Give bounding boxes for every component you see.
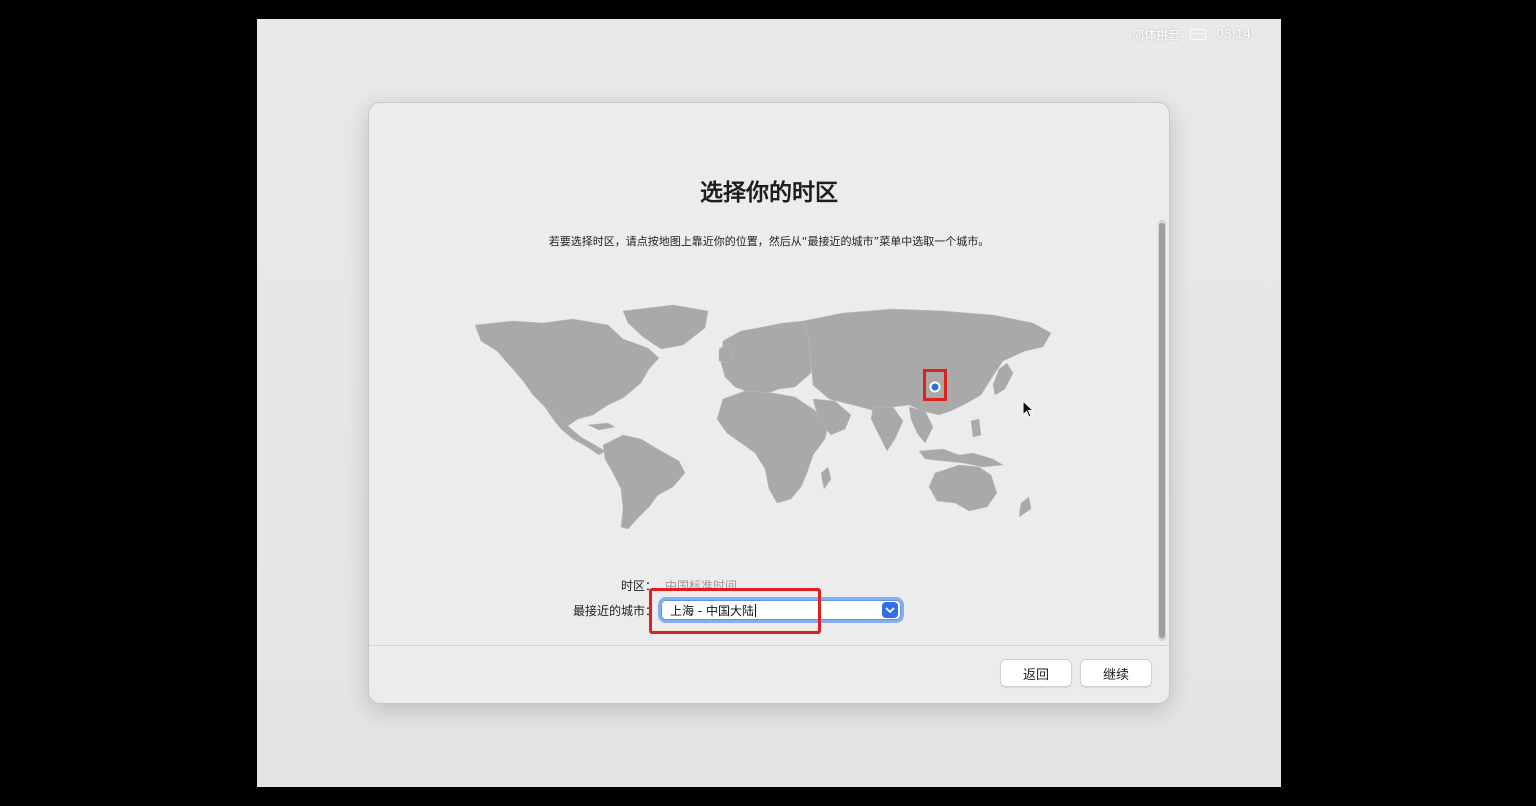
timezone-dialog: 选择你的时区 若要选择时区，请点按地图上靠近你的位置，然后从“最接近的城市”菜单…: [368, 102, 1170, 704]
menubar-clock[interactable]: 03:14: [1216, 27, 1251, 41]
map-australia: [928, 464, 998, 512]
back-button[interactable]: 返回: [1000, 659, 1072, 687]
vertical-scrollbar[interactable]: [1158, 220, 1166, 641]
page-title: 选择你的时区: [700, 180, 838, 206]
scrollbar-thumb[interactable]: [1159, 223, 1165, 638]
desktop-background: 简体拼音 03:14 选择你的时区 若要选择时区，请点按地图上靠近你的位置，然后…: [257, 19, 1281, 787]
map-philippines: [970, 418, 982, 438]
city-field-highlight: [649, 588, 821, 634]
map-greenland: [622, 304, 709, 350]
map-madagascar: [820, 466, 832, 490]
map-africa: [716, 390, 830, 504]
continue-button[interactable]: 继续: [1080, 659, 1152, 687]
menubar-status-area: 简体拼音 03:14: [1091, 19, 1281, 49]
chevron-down-icon[interactable]: [882, 602, 898, 618]
keyboard-icon[interactable]: [1190, 28, 1207, 40]
map-europe: [720, 320, 814, 396]
map-indonesia: [918, 448, 1004, 468]
world-map[interactable]: [473, 303, 1053, 531]
page-instructions: 若要选择时区，请点按地图上靠近你的位置，然后从“最接近的城市”菜单中选取一个城市…: [548, 235, 990, 248]
map-north-america: [474, 318, 660, 428]
closest-city-label: 最接近的城市：: [572, 604, 657, 618]
footer-divider: [369, 645, 1169, 646]
map-caribbean: [587, 422, 616, 431]
location-pin-icon[interactable]: [929, 381, 941, 393]
mouse-cursor-icon: [1022, 400, 1034, 418]
map-south-america: [602, 434, 686, 530]
map-new-zealand: [1018, 496, 1032, 518]
map-india: [870, 406, 904, 452]
input-method-indicator[interactable]: 简体拼音: [1132, 26, 1180, 43]
